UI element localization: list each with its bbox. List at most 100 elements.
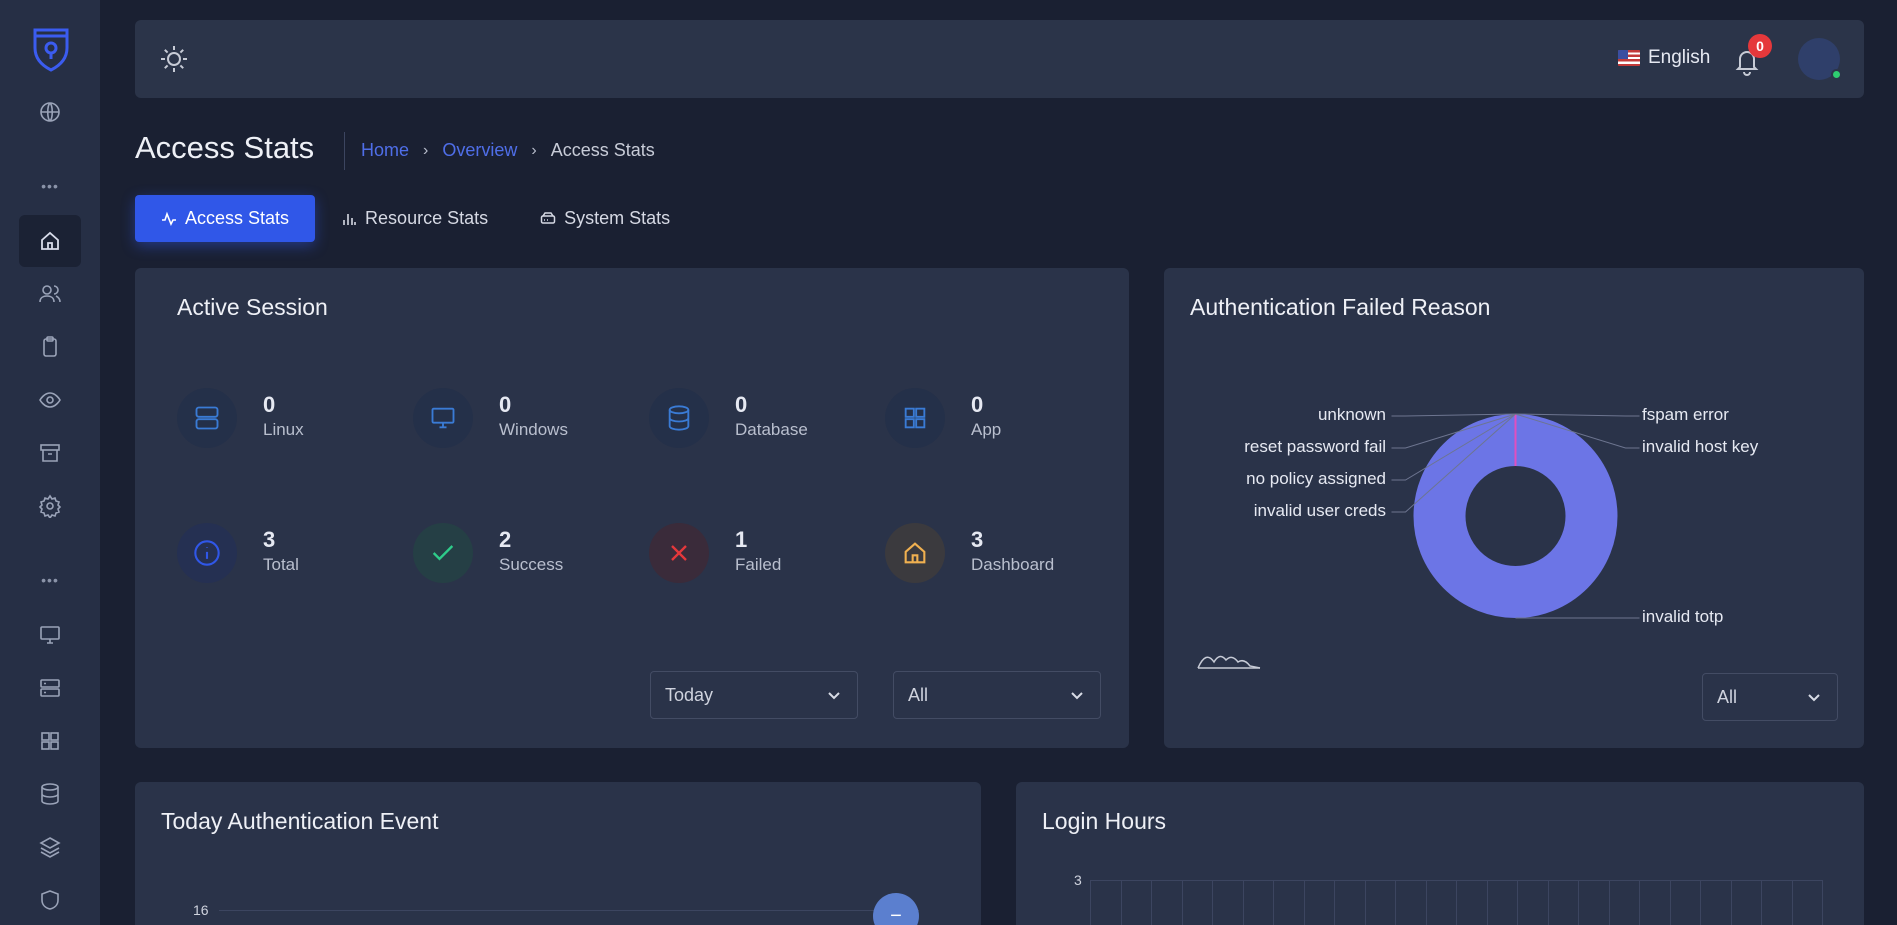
pie-label: fspam error — [1642, 405, 1729, 424]
gridline — [1395, 880, 1396, 925]
reason-select[interactable]: All — [1702, 673, 1838, 721]
server-icon[interactable] — [19, 662, 81, 714]
gridline — [1090, 880, 1091, 925]
shield-icon[interactable] — [19, 874, 81, 925]
gridline — [219, 910, 919, 911]
tab-label: System Stats — [564, 208, 671, 228]
breadcrumb: Home › Overview › Access Stats — [361, 140, 655, 161]
pie-label: reset password fail — [1244, 437, 1386, 456]
card-title: Active Session — [177, 294, 328, 320]
gridline — [1639, 880, 1640, 925]
gridline — [1578, 880, 1579, 925]
stat-value: 0 — [971, 392, 984, 417]
database-icon[interactable] — [19, 768, 81, 820]
gridline — [1242, 880, 1244, 925]
title-divider — [344, 132, 345, 170]
stats-tabs: Access Stats Resource Stats System Stats — [135, 195, 696, 242]
monitor-icon — [413, 388, 473, 448]
bell-icon[interactable]: 0 — [1732, 34, 1772, 76]
grid-icon[interactable] — [19, 715, 81, 767]
bar-chart-icon — [343, 213, 356, 225]
more-dots-icon: ••• — [41, 572, 59, 588]
clipboard-icon[interactable] — [19, 321, 81, 373]
tab-label: Access Stats — [185, 208, 290, 228]
card-title: Today Authentication Event — [161, 808, 439, 834]
stat-label: Dashboard — [971, 555, 1055, 574]
stat-label: Database — [735, 420, 808, 439]
gridline — [1730, 880, 1732, 925]
period-select-value: Today — [665, 684, 714, 705]
leader-line — [1391, 413, 1516, 417]
stat-value: 3 — [971, 527, 984, 552]
stat-label: Failed — [735, 555, 782, 574]
gridline — [1486, 880, 1488, 925]
x-icon — [649, 523, 709, 583]
stat-label: Linux — [263, 420, 304, 439]
stat-value: 2 — [499, 527, 512, 552]
monitor-icon[interactable] — [19, 609, 81, 661]
top-bar: English 0 — [135, 20, 1864, 98]
stat-success: 2 Success — [413, 523, 623, 587]
settings-gear-icon[interactable] — [19, 480, 81, 532]
stat-value: 1 — [735, 527, 748, 552]
gridline — [1181, 880, 1183, 925]
tab-system-stats[interactable]: System Stats — [514, 195, 696, 242]
archive-icon[interactable] — [19, 427, 81, 479]
tab-resource-stats[interactable]: Resource Stats — [315, 195, 514, 242]
gridline — [1120, 880, 1122, 925]
stat-label: Total — [263, 555, 299, 574]
eye-icon[interactable] — [19, 374, 81, 426]
info-icon — [177, 523, 237, 583]
type-select[interactable]: All — [893, 671, 1101, 719]
auth-failed-card: Authentication Failed Reason unknown rese… — [1164, 268, 1864, 748]
collapse-handle-icon[interactable]: − — [873, 893, 919, 925]
breadcrumb-current: Access Stats — [550, 140, 655, 160]
grid-icon — [885, 388, 945, 448]
shield-logo-icon[interactable] — [30, 24, 72, 72]
database-icon — [649, 388, 709, 448]
period-select[interactable]: Today — [650, 671, 858, 719]
stat-label: Success — [499, 555, 564, 574]
stat-value: 3 — [263, 527, 276, 552]
chart-type-toggle-icon[interactable] — [1196, 648, 1262, 672]
language-selector[interactable]: English — [1618, 47, 1710, 69]
stat-value: 0 — [735, 392, 748, 417]
tab-access-stats[interactable]: Access Stats — [135, 195, 316, 242]
gridline — [1791, 880, 1793, 925]
tab-label: Resource Stats — [365, 208, 489, 228]
activity-icon — [162, 211, 176, 226]
home-icon[interactable] — [19, 215, 81, 267]
pie-label: no policy assigned — [1246, 469, 1386, 488]
stat-value: 0 — [263, 392, 276, 417]
type-select-value: All — [908, 684, 929, 705]
globe-icon[interactable] — [19, 86, 81, 138]
users-icon[interactable] — [19, 268, 81, 320]
chevron-right-icon: › — [531, 141, 537, 159]
online-status-dot — [1831, 69, 1842, 80]
gridline — [1700, 880, 1701, 925]
notification-badge: 0 — [1748, 34, 1772, 58]
home-icon — [885, 523, 945, 583]
layers-icon[interactable] — [19, 821, 81, 873]
stat-windows: 0 Windows — [413, 388, 623, 452]
y-axis-tick: 3 — [1074, 872, 1082, 888]
server-icon — [177, 388, 237, 448]
more-dots-icon: ••• — [41, 178, 59, 194]
reason-select-value: All — [1717, 686, 1738, 707]
login-hours-card: Login Hours 3 — [1016, 782, 1864, 925]
gridline — [1334, 880, 1335, 925]
check-icon — [413, 523, 473, 583]
breadcrumb-overview[interactable]: Overview — [442, 140, 517, 161]
gridline — [1364, 880, 1366, 925]
sun-icon[interactable] — [159, 44, 189, 74]
avatar[interactable] — [1798, 38, 1842, 80]
breadcrumb-home[interactable]: Home — [361, 140, 409, 161]
gridline — [1547, 880, 1549, 925]
pie-label: invalid host key — [1642, 437, 1759, 456]
stat-database: 0 Database — [649, 388, 859, 452]
gridline — [1425, 880, 1427, 925]
chevron-right-icon: › — [423, 141, 429, 159]
stat-dashboard: 3 Dashboard — [885, 523, 1095, 587]
page-title: Access Stats — [135, 130, 315, 165]
gridline — [1090, 880, 1822, 881]
